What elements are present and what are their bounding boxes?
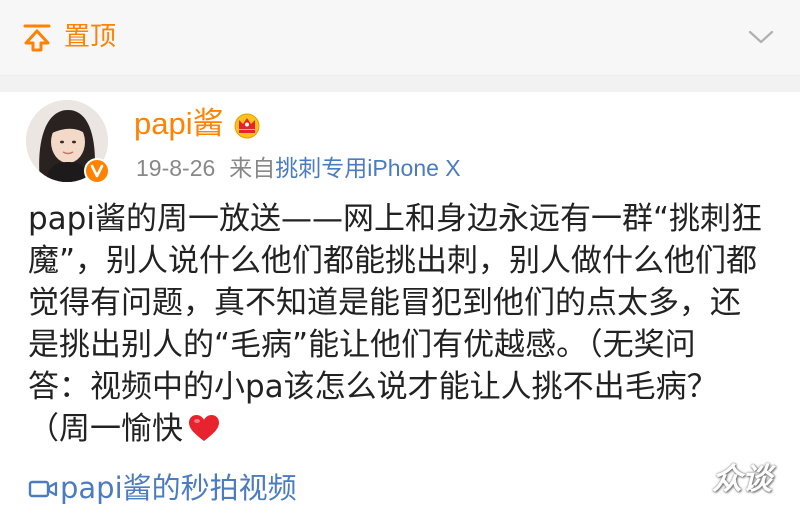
post-text-line: 魔”，别人说什么他们都能挑出刺，别人做什么他们都 [28, 243, 758, 279]
video-link[interactable]: papi酱的秒拍视频 [28, 468, 297, 508]
post-text-line: 是挑出别人的“毛病”能让他们有优越感。（无奖问 [28, 327, 696, 363]
username[interactable]: papi酱 [134, 104, 224, 144]
chevron-down-icon[interactable] [748, 26, 774, 48]
post-text-tail: （周一愉快 [28, 411, 183, 447]
post-meta: 19-8-26 来自挑刺专用iPhone X [136, 152, 461, 184]
watermark: 众谈 [712, 462, 772, 497]
pin-top-icon [23, 24, 51, 52]
section-separator [0, 76, 800, 92]
red-heart-icon [189, 415, 219, 441]
post-date: 19-8-26 [136, 155, 216, 181]
post-text-line: 觉得有问题，真不知道是能冒犯到他们的点太多，还 [28, 285, 741, 321]
post-text-line: papi酱的周一放送——网上和身边永远有一群“挑刺狂 [28, 201, 763, 237]
source-device-link[interactable]: 挑刺专用iPhone X [275, 155, 460, 181]
video-link-label[interactable]: papi酱的秒拍视频 [60, 471, 297, 505]
post-body: papi酱的周一放送——网上和身边永远有一群“挑刺狂 魔”，别人说什么他们都能挑… [28, 198, 778, 450]
source-prefix: 来自 [229, 155, 276, 181]
crown-icon[interactable] [232, 110, 262, 140]
pinned-header-bar: 置顶 [0, 0, 800, 76]
post-text-line-last: （周一愉快 [28, 408, 778, 450]
video-camera-icon [28, 480, 58, 498]
verified-v-icon [84, 158, 110, 184]
pinned-label: 置顶 [64, 22, 117, 52]
post-text-line: 答：视频中的小pa该怎么说才能让人挑不出毛病？ [28, 369, 718, 405]
